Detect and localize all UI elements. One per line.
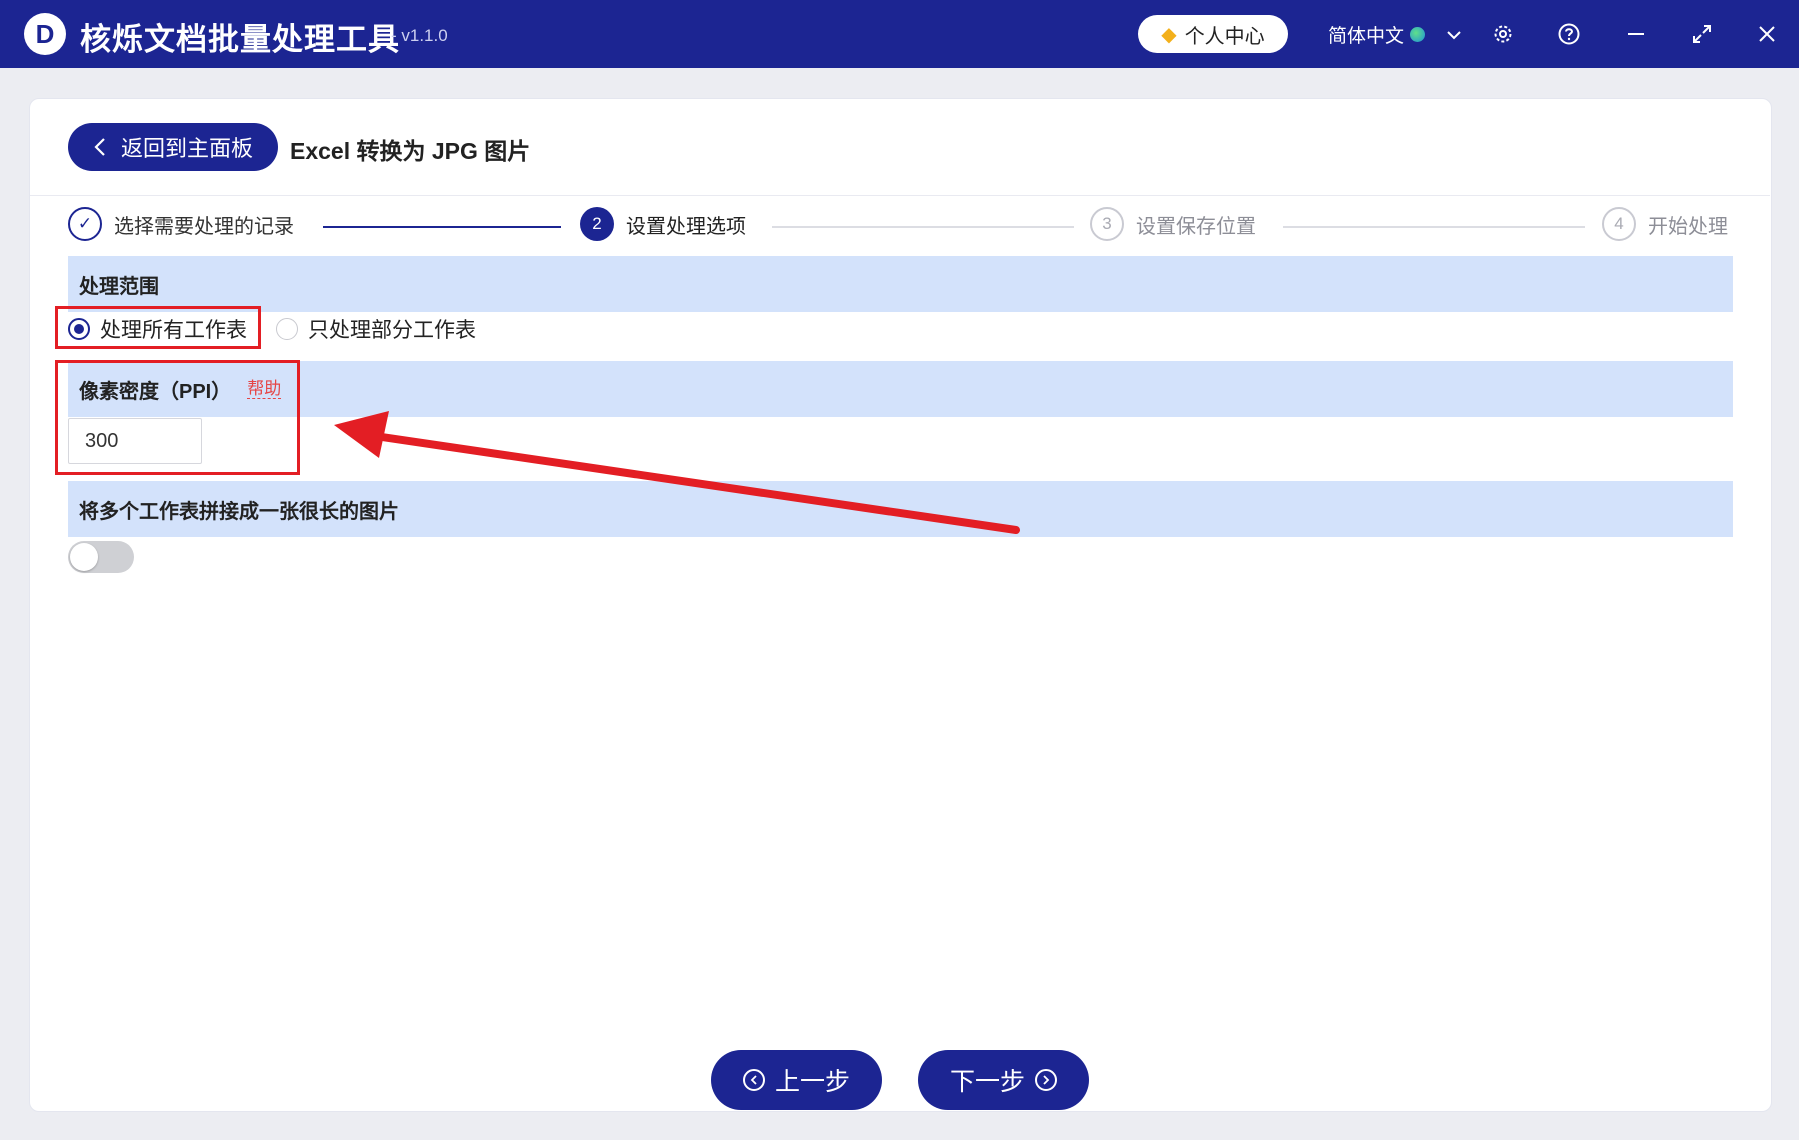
annotation-arrow bbox=[334, 411, 1020, 534]
next-step-label: 下一步 bbox=[949, 1068, 1025, 1096]
arrow-left-circle-icon bbox=[742, 1069, 765, 1091]
prev-step-label: 上一步 bbox=[774, 1068, 850, 1096]
next-step-button[interactable]: 下一步 bbox=[918, 1050, 1089, 1110]
prev-step-button[interactable]: 上一步 bbox=[711, 1050, 882, 1110]
arrow-right-circle-icon bbox=[1035, 1069, 1057, 1091]
